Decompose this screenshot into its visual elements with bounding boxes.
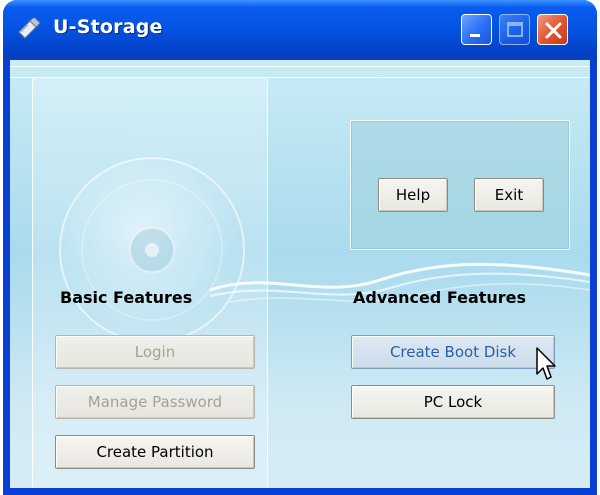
maximize-button[interactable] (499, 14, 530, 45)
exit-button[interactable]: Exit (474, 178, 544, 212)
create-boot-disk-button[interactable]: Create Boot Disk (351, 335, 555, 369)
app-window: U-Storage Help Exit Basic Features Advan… (3, 0, 597, 495)
window-title: U-Storage (53, 16, 163, 38)
decorative-band (10, 66, 590, 78)
pc-lock-button[interactable]: PC Lock (351, 385, 555, 419)
close-button[interactable] (537, 14, 568, 45)
minimize-button[interactable] (461, 14, 492, 45)
usb-drive-icon (18, 18, 41, 39)
manage-password-button[interactable]: Manage Password (55, 385, 255, 419)
basic-features-heading: Basic Features (60, 288, 193, 307)
client-area: Help Exit Basic Features Advanced Featur… (10, 60, 590, 488)
mouse-pointer-icon (536, 347, 556, 380)
minimize-icon (470, 34, 480, 37)
advanced-features-heading: Advanced Features (353, 288, 527, 307)
maximize-icon (507, 22, 523, 37)
title-bar[interactable]: U-Storage (3, 0, 597, 60)
help-button[interactable]: Help (378, 178, 448, 212)
close-icon (545, 22, 562, 39)
login-button[interactable]: Login (55, 335, 255, 369)
create-partition-button[interactable]: Create Partition (55, 435, 255, 469)
